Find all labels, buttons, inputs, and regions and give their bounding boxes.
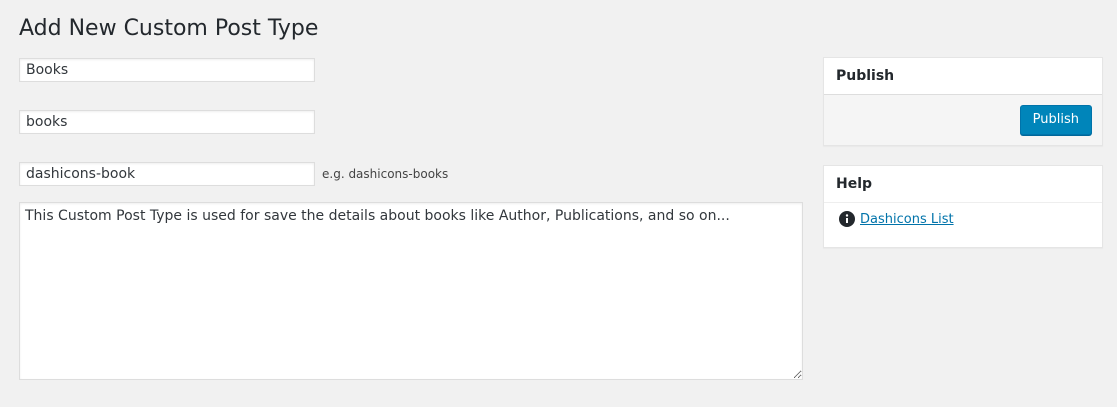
description-textarea[interactable]: This Custom Post Type is used for save t… [19, 202, 803, 380]
page-title: Add New Custom Post Type [19, 16, 319, 41]
publish-box: Publish Publish [823, 57, 1103, 146]
help-body: Dashicons List [824, 203, 1102, 235]
publish-actions: Publish [824, 94, 1102, 145]
publish-box-heading: Publish [824, 58, 1102, 95]
publish-button[interactable]: Publish [1019, 105, 1092, 135]
help-box-heading: Help [824, 166, 1102, 203]
dashicon-input[interactable] [19, 162, 315, 186]
dashicon-hint: e.g. dashicons-books [322, 167, 449, 181]
post-type-slug-input[interactable] [19, 110, 315, 134]
post-type-title-input[interactable] [19, 58, 315, 82]
dashicons-list-link[interactable]: Dashicons List [860, 212, 954, 227]
info-icon [839, 211, 855, 227]
help-box: Help Dashicons List [823, 165, 1103, 248]
